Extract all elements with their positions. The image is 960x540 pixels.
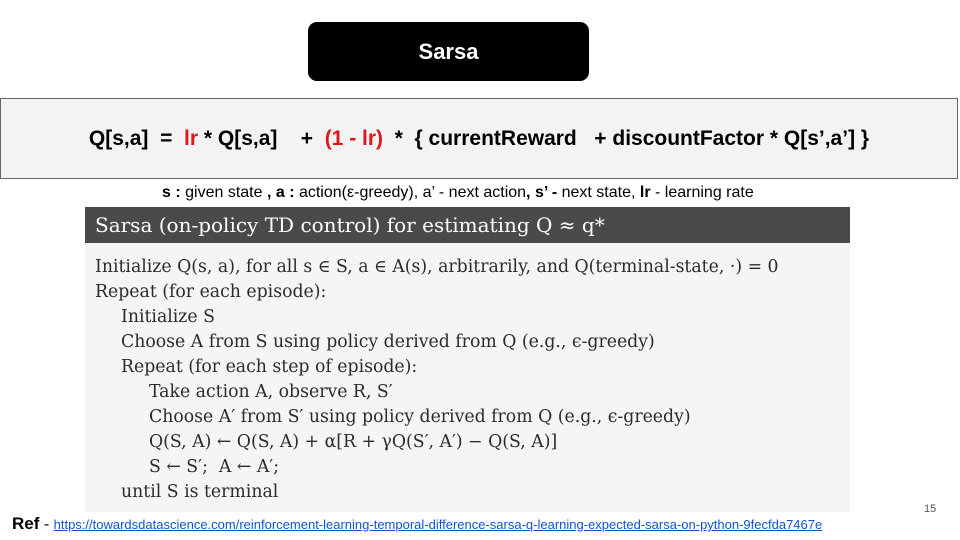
legend-lr-text: - learning rate	[650, 184, 754, 201]
formula-part3: * { currentReward + discountFactor * Q[s…	[383, 126, 870, 150]
algorithm-line: Repeat (for each step of episode):	[121, 357, 418, 377]
algorithm-line: Take action A, observe R, S′	[149, 382, 393, 402]
formula-one-minus-lr: (1 - lr)	[324, 126, 384, 150]
legend-sp-label: , s’ -	[526, 184, 558, 201]
algorithm-line: until S is terminal	[121, 482, 279, 502]
algorithm-line: Q(S, A) ← Q(S, A) + α[R + γQ(S′, A′) − Q…	[149, 432, 558, 452]
sarsa-algorithm-box: Sarsa (on-policy TD control) for estimat…	[85, 207, 850, 512]
sarsa-update-formula: Q[s,a] = lr * Q[s,a] + (1 - lr) * { curr…	[0, 98, 958, 179]
reference: Ref - https://towardsdatascience.com/rei…	[12, 514, 822, 534]
legend-a-label: , a :	[266, 184, 295, 201]
reference-separator: -	[39, 516, 54, 533]
reference-label: Ref	[12, 514, 40, 533]
algorithm-line: S ← S′; A ← A′;	[149, 457, 280, 477]
symbol-legend: s : given state , a : action(ε-greedy), …	[162, 184, 754, 202]
algorithm-line: Choose A from S using policy derived fro…	[121, 332, 655, 352]
legend-s-label: s :	[162, 184, 181, 201]
formula-part1: Q[s,a] =	[88, 126, 185, 150]
page-number: 15	[924, 503, 937, 515]
reference-link[interactable]: https://towardsdatascience.com/reinforce…	[54, 517, 823, 532]
algorithm-body: Initialize Q(s, a), for all s ∈ S, a ∈ A…	[85, 243, 850, 505]
algorithm-line: Choose A′ from S′ using policy derived f…	[149, 407, 691, 427]
algorithm-line: Initialize Q(s, a), for all s ∈ S, a ∈ A…	[95, 257, 779, 277]
formula-learning-rate: lr	[184, 126, 199, 150]
legend-sp-text: next state,	[557, 184, 640, 201]
algorithm-line: Initialize S	[121, 307, 215, 327]
legend-a-text: action(ε-greedy), a’ - next action	[294, 184, 527, 201]
legend-s-text: given state	[180, 184, 267, 201]
slide-title: Sarsa	[308, 22, 589, 81]
formula-part2: * Q[s,a] +	[198, 126, 325, 150]
algorithm-line: Repeat (for each episode):	[95, 282, 327, 302]
algorithm-header: Sarsa (on-policy TD control) for estimat…	[85, 207, 850, 243]
legend-lr-label: lr	[639, 184, 651, 201]
